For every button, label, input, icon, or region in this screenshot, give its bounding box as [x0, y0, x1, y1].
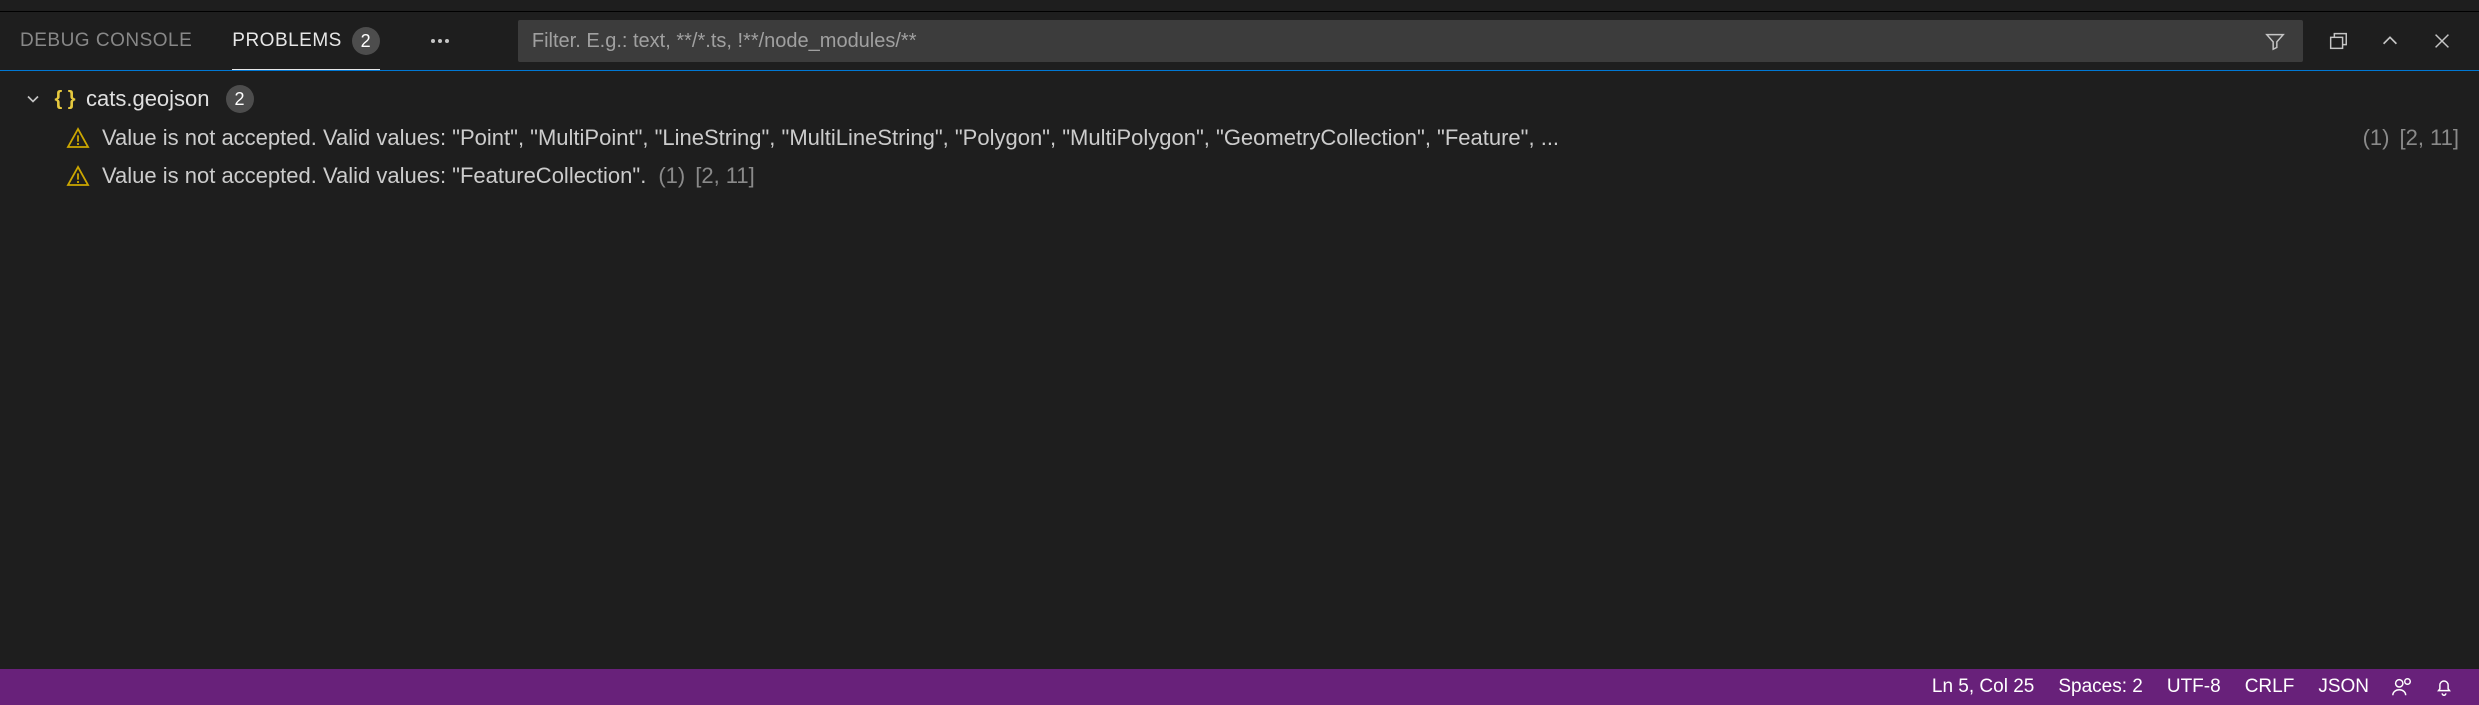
editor-top-spacer	[0, 0, 2479, 12]
problem-location: [2, 11]	[695, 163, 755, 189]
file-problem-count-badge: 2	[226, 85, 254, 113]
filter-input-container	[518, 20, 2303, 62]
close-panel-button[interactable]	[2425, 24, 2459, 58]
filter-button[interactable]	[2255, 30, 2295, 52]
json-file-icon: { }	[52, 88, 78, 111]
warning-icon	[66, 164, 90, 188]
status-feedback-button[interactable]	[2381, 669, 2423, 705]
tab-debug-console[interactable]: DEBUG CONSOLE	[0, 12, 212, 70]
status-bar: Ln 5, Col 25 Spaces: 2 UTF-8 CRLF JSON	[0, 669, 2479, 705]
status-eol[interactable]: CRLF	[2233, 669, 2307, 705]
problem-meta: (1) [2, 11]	[658, 163, 754, 189]
status-encoding[interactable]: UTF-8	[2155, 669, 2233, 705]
panel-actions	[2303, 24, 2459, 58]
problem-source: (1)	[2363, 125, 2390, 151]
chevron-up-icon	[2379, 30, 2401, 52]
close-icon	[2431, 30, 2453, 52]
restore-panel-icon	[2327, 30, 2349, 52]
file-row[interactable]: { } cats.geojson 2	[0, 79, 2479, 119]
warning-icon	[66, 126, 90, 150]
panel-header: DEBUG CONSOLE PROBLEMS 2	[0, 12, 2479, 70]
funnel-icon	[2264, 30, 2286, 52]
file-name: cats.geojson	[86, 86, 210, 112]
problem-message: Value is not accepted. Valid values: "Po…	[102, 125, 2351, 151]
status-language[interactable]: JSON	[2306, 669, 2381, 705]
problem-row[interactable]: Value is not accepted. Valid values: "Po…	[0, 119, 2479, 157]
ellipsis-icon	[428, 29, 452, 53]
tab-problems-label: PROBLEMS	[232, 30, 342, 52]
problems-view: { } cats.geojson 2 Value is not accepted…	[0, 70, 2479, 669]
problem-source: (1)	[658, 163, 685, 189]
feedback-icon	[2391, 676, 2413, 698]
tab-problems[interactable]: PROBLEMS 2	[212, 12, 400, 70]
problem-location: [2, 11]	[2399, 125, 2459, 151]
tab-debug-console-label: DEBUG CONSOLE	[20, 30, 192, 52]
status-ln-col[interactable]: Ln 5, Col 25	[1920, 669, 2046, 705]
filter-input[interactable]	[532, 30, 2255, 53]
status-spaces[interactable]: Spaces: 2	[2046, 669, 2155, 705]
toggle-maximize-button[interactable]	[2321, 24, 2355, 58]
tab-overflow-button[interactable]	[400, 29, 480, 53]
bell-icon	[2433, 676, 2455, 698]
chevron-down-icon	[23, 89, 43, 109]
collapse-panel-button[interactable]	[2373, 24, 2407, 58]
problem-row[interactable]: Value is not accepted. Valid values: "Fe…	[0, 157, 2479, 195]
status-notifications-button[interactable]	[2423, 669, 2465, 705]
problems-count-badge: 2	[352, 27, 380, 55]
problem-message: Value is not accepted. Valid values: "Fe…	[102, 163, 646, 189]
problem-meta: (1) [2, 11]	[2363, 125, 2459, 151]
expand-toggle[interactable]	[22, 89, 44, 109]
